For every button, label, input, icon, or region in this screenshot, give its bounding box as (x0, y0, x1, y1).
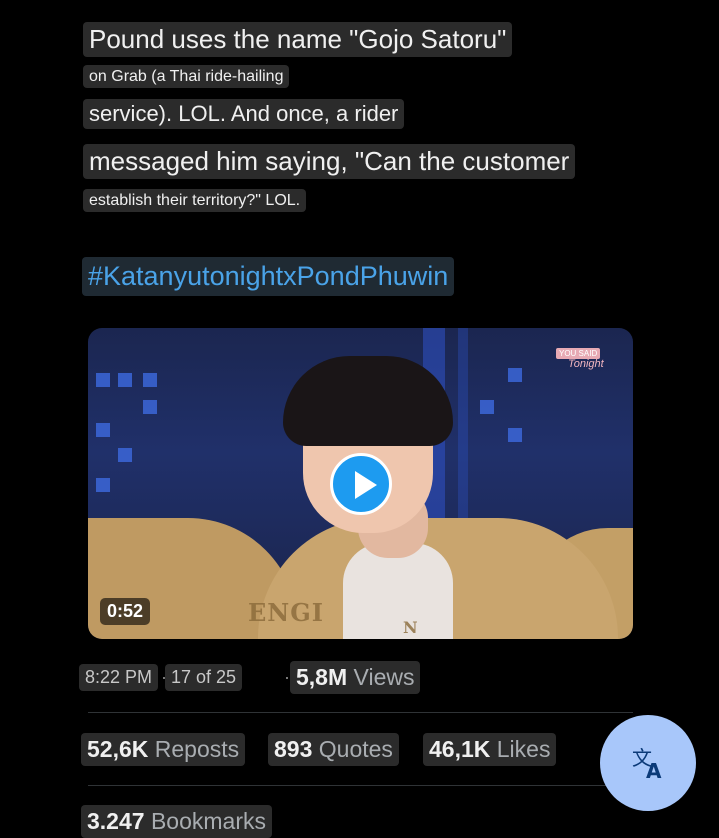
views-number: 5,8M (296, 664, 348, 690)
bookmarks-label: Bookmarks (150, 808, 266, 834)
translate-button[interactable]: 文 A (600, 715, 696, 811)
jacket-print-2: N (403, 618, 419, 637)
reposts-stat[interactable]: 52,6K Reposts (81, 733, 246, 766)
views-label: Views (353, 664, 415, 690)
post-time: 8:22 PM (79, 664, 159, 691)
post-page-count: 17 of 25 (165, 664, 243, 691)
post-text-line-1: Pound uses the name "Gojo Satoru" (83, 22, 513, 58)
play-button[interactable] (330, 453, 392, 515)
post-text-line-3: service). LOL. And once, a rider (83, 99, 405, 130)
bookmarks-stat[interactable]: 3.247 Bookmarks (81, 805, 272, 838)
likes-label: Likes (496, 736, 551, 762)
video-player[interactable]: ENGI N YOU SAID Tonight 0:52 (88, 328, 633, 639)
reposts-label: Reposts (154, 736, 240, 762)
svg-text:A: A (646, 759, 662, 781)
likes-count: 46,1K (429, 736, 491, 762)
bookmarks-count: 3.247 (87, 808, 145, 834)
video-bg-square (508, 368, 522, 382)
post-text-line-5: establish their territory?" LOL. (83, 189, 307, 213)
likes-stat[interactable]: 46,1K Likes (423, 733, 557, 766)
quotes-stat[interactable]: 893 Quotes (268, 733, 399, 766)
post-text-line-4: messaged him saying, "Can the customer (83, 144, 576, 180)
translate-icon: 文 A (632, 746, 662, 781)
post-text-line-2: on Grab (a Thai ride-hailing (83, 65, 290, 89)
video-bg-square (143, 373, 157, 387)
show-logo-script: Tonight (568, 358, 604, 370)
video-bg-square (508, 428, 522, 442)
video-bg-square (480, 400, 494, 414)
video-bg-square (96, 478, 110, 492)
video-bg-square (96, 423, 110, 437)
views-count: 5,8M Views (290, 661, 421, 694)
video-bg-square (118, 448, 132, 462)
divider (88, 785, 633, 786)
show-logo: YOU SAID Tonight (556, 348, 618, 378)
quotes-label: Quotes (318, 736, 393, 762)
divider (88, 712, 633, 713)
quotes-count: 893 (274, 736, 313, 762)
video-bg-square (143, 400, 157, 414)
video-bg-square (118, 373, 132, 387)
video-duration: 0:52 (100, 598, 151, 625)
reposts-count: 52,6K (87, 736, 149, 762)
hashtag-link[interactable]: #KatanyutonightxPondPhuwin (82, 257, 455, 296)
play-icon (355, 471, 377, 499)
video-bg-square (96, 373, 110, 387)
person-hair (283, 356, 453, 446)
jacket-print: ENGI (248, 598, 324, 627)
